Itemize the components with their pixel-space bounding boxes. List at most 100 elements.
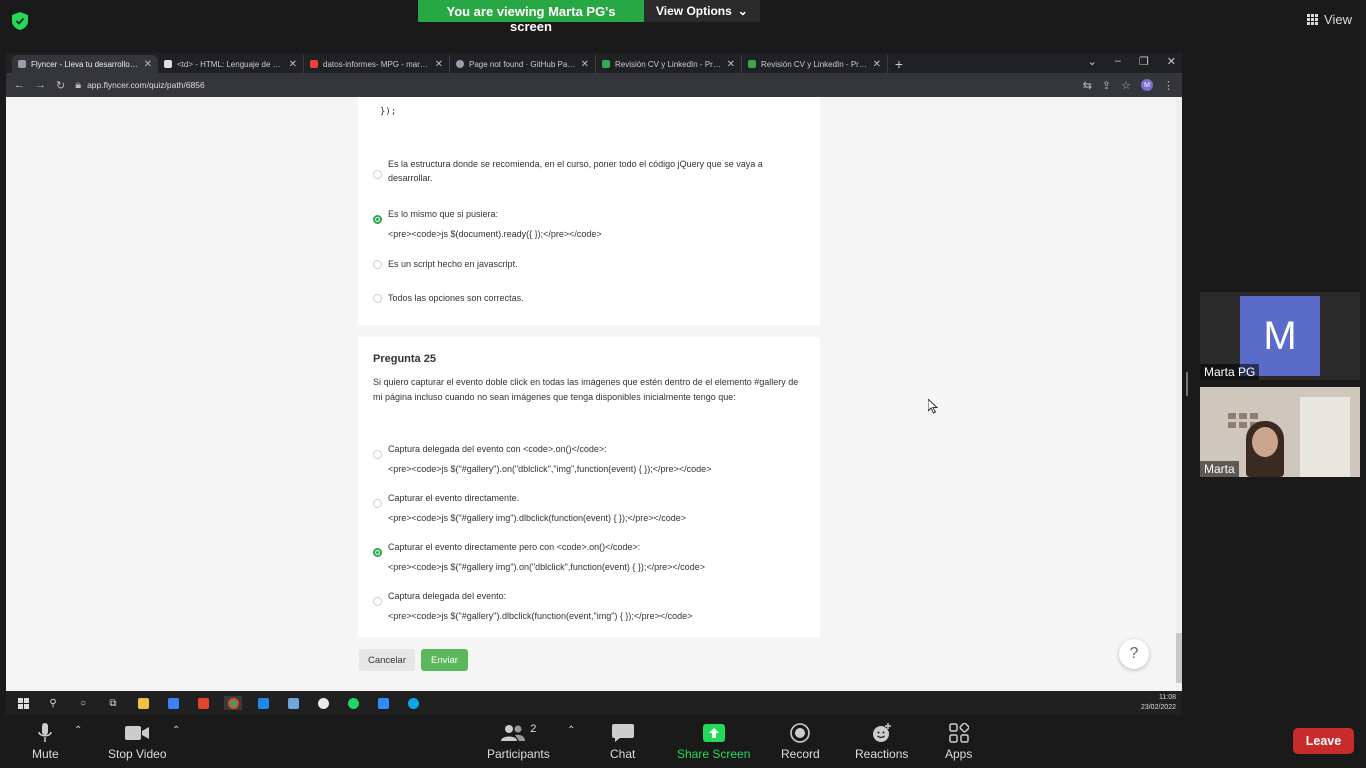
radio-button[interactable] — [373, 170, 382, 179]
clock-time: 11:08 — [1159, 694, 1176, 701]
browser-tab[interactable]: Revisión CV y LinkedIn - Promo ✕ — [596, 55, 742, 73]
answer-option[interactable]: Todos las opciones son correctas. — [373, 291, 803, 305]
submit-button[interactable]: Enviar — [421, 649, 468, 671]
participants-icon — [501, 725, 526, 741]
url-field[interactable]: app.flyncer.com/quiz/path/6856 — [87, 80, 205, 90]
scrollbar-thumb[interactable] — [1176, 633, 1182, 683]
cancel-button[interactable]: Cancelar — [359, 649, 415, 671]
help-button[interactable]: ? — [1119, 639, 1149, 669]
star-icon[interactable]: ☆ — [1121, 79, 1131, 92]
system-clock[interactable]: 11:08 23/02/2022 — [1141, 693, 1176, 713]
tab-label: Flyncer - Lleva tu desarrollo prof — [31, 59, 139, 69]
participant-video-tile[interactable]: Marta — [1200, 387, 1360, 477]
zoom-icon[interactable] — [374, 696, 392, 710]
participants-options-chevron-icon[interactable]: ⌃ — [567, 725, 575, 736]
viewing-label: You are viewing Marta PG's screen — [418, 0, 644, 34]
browser-tab[interactable]: <td> - HTML: Lenguaje de etique ✕ — [158, 55, 304, 73]
answer-option[interactable]: Capturar el evento directamente. <pre><c… — [373, 491, 803, 525]
close-icon[interactable]: ✕ — [727, 59, 735, 70]
participants-button[interactable]: 2 Participants — [487, 723, 550, 761]
page-scrollbar[interactable] — [1176, 97, 1182, 691]
reactions-icon — [871, 723, 893, 743]
close-window-icon[interactable]: ✕ — [1167, 55, 1176, 68]
browser-tab[interactable]: Flyncer - Lleva tu desarrollo prof ✕ — [12, 55, 158, 73]
answer-option[interactable]: Es un script hecho en javascript. — [373, 257, 803, 271]
answer-option[interactable]: Captura delegada del evento con <code>.o… — [373, 442, 803, 476]
mute-button[interactable]: Mute — [32, 723, 59, 761]
record-icon — [790, 723, 811, 743]
minimize-icon[interactable]: – — [1115, 55, 1121, 68]
panel-resize-handle[interactable] — [1186, 372, 1188, 396]
cortana-icon[interactable]: ○ — [74, 696, 92, 710]
answer-option[interactable]: Captura delegada del evento: <pre><code>… — [373, 589, 803, 623]
slack-icon[interactable] — [314, 696, 332, 710]
record-button[interactable]: Record — [781, 723, 820, 761]
reactions-label: Reactions — [855, 747, 909, 761]
share-screen-icon — [702, 723, 725, 743]
browser-tab[interactable]: datos-informes- MPG - marta.pe ✕ — [304, 55, 450, 73]
tab-search-icon[interactable]: ⌄ — [1088, 55, 1097, 68]
radio-button[interactable] — [373, 499, 382, 508]
radio-button[interactable] — [373, 597, 382, 606]
background-door — [1300, 397, 1350, 477]
translate-icon[interactable]: ⇆ — [1083, 79, 1092, 92]
record-label: Record — [781, 747, 820, 761]
view-options-label: View Options — [656, 4, 732, 18]
radio-button-checked[interactable] — [373, 215, 382, 224]
apps-button[interactable]: Apps — [945, 723, 972, 761]
chrome-icon[interactable] — [224, 696, 242, 710]
windows-start-icon[interactable] — [14, 696, 32, 710]
option-text: Captura delegada del evento con <code>.o… — [388, 444, 607, 454]
chat-button[interactable]: Chat — [610, 723, 635, 761]
question-text: Si quiero capturar el evento doble click… — [373, 377, 799, 402]
stop-video-button[interactable]: Stop Video — [108, 723, 167, 761]
browser-tab[interactable]: Page not found · GitHub Pages ✕ — [450, 55, 596, 73]
share-screen-button[interactable]: Share Screen — [677, 723, 750, 761]
participant-tile[interactable]: M Marta PG — [1200, 292, 1360, 380]
back-icon[interactable]: ← — [14, 79, 25, 91]
zoom-toolbar: Mute ⌃ Stop Video ⌃ 2 Participants ⌃ Cha… — [0, 715, 1366, 768]
participants-count: 2 — [530, 723, 537, 735]
lock-icon[interactable]: 🔒︎ — [75, 79, 81, 92]
mute-options-chevron-icon[interactable]: ⌃ — [74, 725, 82, 736]
leave-button[interactable]: Leave — [1293, 728, 1354, 754]
reactions-button[interactable]: Reactions — [855, 723, 908, 761]
share-icon[interactable]: ⇪ — [1102, 79, 1111, 92]
code-snippet-tail: }); — [380, 107, 397, 117]
close-icon[interactable]: ✕ — [873, 59, 881, 70]
view-options-button[interactable]: View Options ⌄ — [644, 0, 760, 22]
radio-button[interactable] — [373, 260, 382, 269]
close-icon[interactable]: ✕ — [581, 59, 589, 70]
close-icon[interactable]: ✕ — [289, 59, 297, 70]
question-title: Pregunta 25 — [373, 353, 436, 365]
close-icon[interactable]: ✕ — [435, 59, 443, 70]
stop-video-label: Stop Video — [108, 747, 167, 761]
view-button[interactable]: View — [1307, 12, 1352, 27]
edge-icon[interactable] — [404, 696, 422, 710]
video-camera-icon — [125, 723, 150, 743]
more-menu-icon[interactable]: ⋮ — [1163, 79, 1174, 92]
office-icon[interactable] — [194, 696, 212, 710]
app-icon[interactable] — [284, 696, 302, 710]
file-explorer-icon[interactable] — [134, 696, 152, 710]
reload-icon[interactable]: ↻ — [56, 79, 65, 92]
new-tab-button[interactable]: + — [888, 55, 910, 73]
shield-icon[interactable] — [12, 12, 28, 30]
profile-avatar[interactable]: M — [1141, 79, 1153, 91]
radio-button-checked[interactable] — [373, 548, 382, 557]
restore-icon[interactable]: ❐ — [1139, 55, 1149, 68]
radio-button[interactable] — [373, 294, 382, 303]
radio-button[interactable] — [373, 450, 382, 459]
video-options-chevron-icon[interactable]: ⌃ — [172, 725, 180, 736]
answer-option[interactable]: Capturar el evento directamente pero con… — [373, 540, 803, 574]
answer-option[interactable]: Es la estructura donde se recomienda, en… — [373, 157, 803, 185]
forward-icon[interactable]: → — [35, 79, 46, 91]
browser-tab[interactable]: Revisión CV y LinkedIn - Promo ✕ — [742, 55, 888, 73]
close-icon[interactable]: ✕ — [144, 59, 152, 70]
answer-option[interactable]: Es lo mismo que si pusiera: <pre><code>j… — [373, 207, 803, 241]
search-icon[interactable]: ⚲ — [44, 696, 62, 710]
whatsapp-icon[interactable] — [344, 696, 362, 710]
vscode-icon[interactable] — [254, 696, 272, 710]
task-view-icon[interactable]: ⧉ — [104, 696, 122, 710]
store-icon[interactable] — [164, 696, 182, 710]
